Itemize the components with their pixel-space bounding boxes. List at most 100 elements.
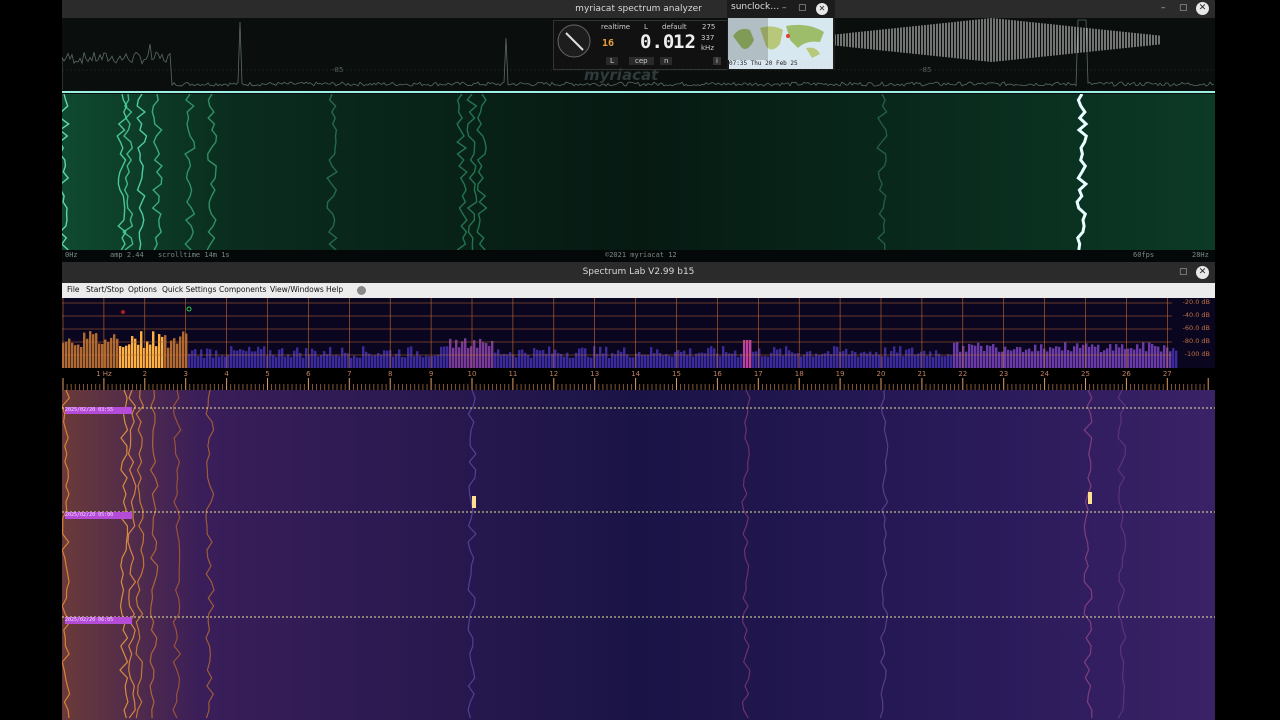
menu-components[interactable]: Components	[219, 285, 266, 294]
spectrum-bar	[926, 355, 929, 368]
spectrum-bar	[605, 346, 608, 368]
spectrum-bar	[815, 353, 818, 368]
spectrum-bar	[1073, 346, 1076, 368]
n-button[interactable]: n	[660, 57, 673, 65]
spectrum-bar	[932, 356, 935, 368]
spectrum-bar	[95, 333, 98, 368]
spectrum-bar	[1127, 348, 1130, 368]
spectrum-bar	[1154, 345, 1157, 368]
spectrum-bar	[707, 348, 710, 368]
spectrum-bar	[503, 353, 506, 368]
spectrum-bar	[275, 356, 278, 368]
spectrum-bar	[386, 350, 389, 368]
control-widget[interactable]: realtime L default 275 16 0.0 12 337 kHz…	[553, 20, 729, 70]
minimize-button[interactable]: –	[1161, 3, 1166, 13]
spectrum-bar	[530, 357, 533, 368]
spectrum-bar	[821, 353, 824, 368]
channel-label[interactable]: L	[644, 23, 648, 31]
spectrum-bar	[1004, 346, 1007, 368]
spectrum-bar	[842, 350, 845, 368]
spectrum-bar	[395, 353, 398, 368]
sunclock-minimize-button[interactable]: –	[782, 3, 787, 13]
menu-view-windows[interactable]: View/Windows	[270, 285, 324, 294]
spectrum-bar	[254, 351, 257, 368]
spectrum-bar	[227, 354, 230, 368]
spectrum-bar	[1052, 348, 1055, 368]
spectrum-bar	[356, 357, 359, 368]
mode-label[interactable]: realtime	[601, 23, 630, 31]
spectrum-bar	[281, 348, 284, 368]
sunclock-maximize-button[interactable]: ▢	[798, 3, 807, 13]
close-button[interactable]: ✕	[1196, 266, 1209, 279]
spectrum-bar	[734, 350, 737, 368]
spectrum-bar	[833, 346, 836, 368]
spectrum-bar	[251, 351, 254, 368]
spectrum-graph[interactable]: -20.0 dB -40.0 dB -60.0 dB -80.0 dB -100…	[62, 298, 1215, 368]
spectrum-bar	[644, 354, 647, 368]
spectrum-bar	[203, 357, 206, 368]
spectrum-bar	[689, 348, 692, 368]
spectrum-bar	[806, 351, 809, 368]
spectrum-bar	[1055, 346, 1058, 368]
spectrum-bar	[959, 351, 962, 368]
spectrum-bar	[440, 346, 443, 368]
spectrum-bar	[284, 356, 287, 368]
spectrum-bar	[209, 349, 212, 368]
spectrum-bar	[779, 348, 782, 368]
spectrum-bar	[173, 338, 176, 368]
menu-start-stop[interactable]: Start/Stop	[86, 285, 124, 294]
myriacat-waterfall[interactable]	[62, 94, 1215, 250]
l-button[interactable]: L	[606, 57, 618, 65]
spectrum-bar	[794, 353, 797, 368]
menu-help[interactable]: Help	[326, 285, 343, 294]
sunclock-window[interactable]: sunclock… – ▢ ✕ 07:35 Thu 20 Feb 25	[727, 0, 835, 70]
spectrum-bar	[401, 357, 404, 368]
window-title: myriacat spectrum analyzer	[575, 4, 702, 14]
spectrum-bar	[194, 349, 197, 368]
spectrum-bar	[1109, 344, 1112, 368]
world-map-icon[interactable]	[728, 18, 833, 60]
menu-file[interactable]: File	[67, 285, 80, 294]
cep-button[interactable]: cep	[629, 57, 654, 65]
menu-quick-settings[interactable]: Quick Settings	[162, 285, 216, 294]
spectrumlab-waterfall[interactable]	[62, 390, 1215, 720]
frequency-label: 14	[631, 370, 640, 378]
maximize-button[interactable]: ▢	[1179, 3, 1188, 13]
frequency-scale[interactable]: 1 Hz 2 3 4 5 6 7 8 9 10 11 12 13 14 15 16 17 18 19 20 21 22 23…	[62, 368, 1215, 390]
spectrum-bar	[161, 336, 164, 368]
info-button[interactable]: i	[713, 57, 721, 65]
dial-icon[interactable]	[556, 23, 592, 59]
spectrum-bar	[236, 350, 239, 368]
spectrum-bar	[692, 356, 695, 368]
spectrum-bar	[992, 344, 995, 368]
spectrum-bar	[1028, 348, 1031, 368]
spectrum-bar	[458, 347, 461, 368]
spectrum-bar	[752, 351, 755, 368]
spectrum-bar	[467, 347, 470, 368]
close-button[interactable]: ✕	[1196, 2, 1209, 15]
sunclock-close-button[interactable]: ✕	[816, 3, 828, 15]
db-label: -60.0 dB	[1183, 324, 1210, 332]
frequency-label: 3	[183, 370, 187, 378]
spectrum-bar	[680, 351, 683, 368]
spectrum-bar	[1037, 351, 1040, 368]
menu-options[interactable]: Options	[128, 285, 157, 294]
preset-label[interactable]: default	[662, 23, 687, 31]
spectrum-bar	[1172, 348, 1175, 368]
timestamp-label: 2025/02/20 06:05	[65, 617, 132, 624]
unit-label: kHz	[701, 44, 714, 52]
spectrum-bar	[260, 349, 263, 368]
spectrum-bar	[1016, 346, 1019, 368]
maximize-button[interactable]: ▢	[1179, 267, 1188, 277]
spectrum-bar	[650, 347, 653, 368]
frequency-label: 21	[917, 370, 926, 378]
spectrum-bar	[986, 345, 989, 368]
spectrum-bar	[1121, 344, 1124, 368]
spectrum-bar	[674, 352, 677, 368]
db-label: -20.0 dB	[1183, 298, 1210, 306]
frequency-label: 15	[672, 370, 681, 378]
spectrum-bar	[887, 356, 890, 368]
spectrum-bar	[1100, 351, 1103, 368]
spectrum-bar	[560, 353, 563, 368]
frequency-label: 17	[754, 370, 763, 378]
